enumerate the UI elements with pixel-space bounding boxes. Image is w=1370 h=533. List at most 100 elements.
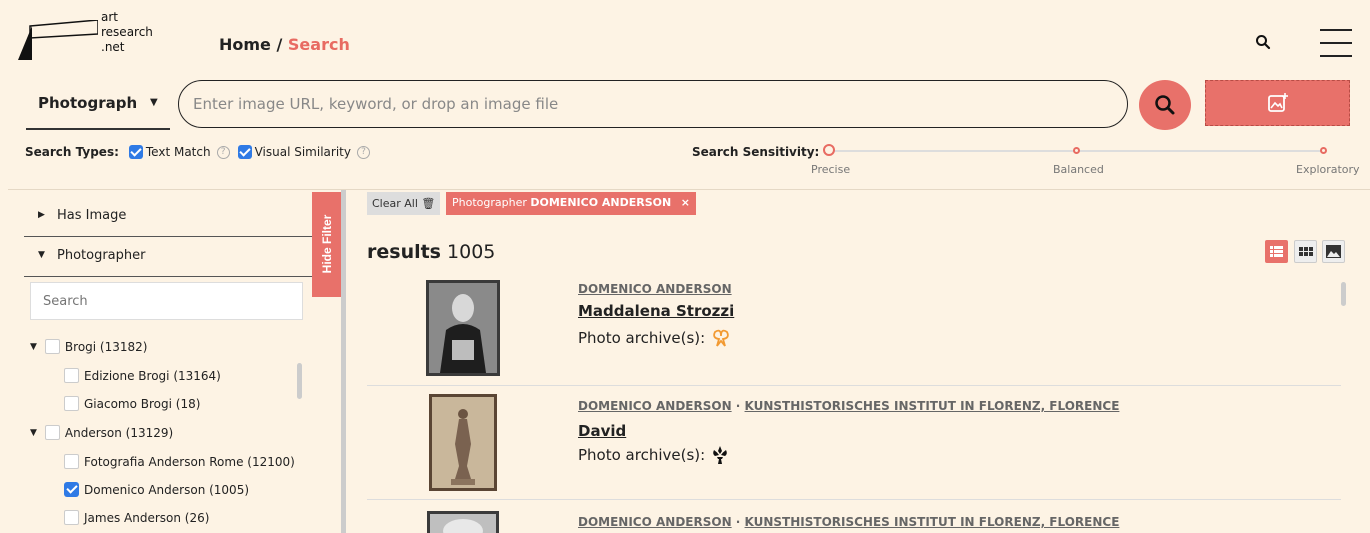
facet-photographer[interactable]: ▼ Photographer [24,235,316,277]
caret-down-icon[interactable]: ▼ [30,428,37,438]
checkbox[interactable] [44,339,60,354]
result-thumbnail[interactable] [429,394,497,491]
chevron-down-icon: ▼ [150,97,158,108]
institution-link[interactable]: KUNSTHISTORISCHES INSTITUT IN FLORENZ, F… [745,399,1120,413]
search-icon[interactable] [1255,34,1271,54]
photo-archive: Photo archive(s): [578,445,729,465]
tree-scrollbar[interactable] [297,363,302,399]
logo-text-research: research [101,25,153,39]
sensitivity-stop-balanced[interactable] [1073,147,1080,154]
chip-value: DOMENICO ANDERSON [530,196,672,209]
breadcrumb-current: Search [287,35,350,54]
institution-link[interactable]: KUNSTHISTORISCHES INSTITUT IN FLORENZ, F… [745,515,1120,529]
tree-item-brogi[interactable]: ▼ Brogi (13182) [30,339,147,354]
photographer-link[interactable]: DOMENICO ANDERSON [578,515,732,529]
results-scrollbar[interactable] [1341,282,1346,306]
search-types: Search Types: Text Match ? Visual Simila… [25,145,378,159]
tree-item-label: James Anderson (26) [84,510,210,525]
help-icon[interactable]: ? [356,145,370,159]
tree-item-label: Edizione Brogi (13164) [84,368,221,383]
sensitivity-precise-label: Precise [811,163,851,176]
help-icon[interactable]: ? [216,145,230,159]
result-title[interactable]: David [578,422,626,440]
result-thumbnail[interactable] [427,511,499,533]
checkbox[interactable] [44,425,60,440]
tree-item-edizione-brogi[interactable]: Edizione Brogi (13164) [64,368,221,383]
chip-label: Photographer [452,196,527,209]
result-thumbnail[interactable] [426,280,500,376]
result-meta: DOMENICO ANDERSON [578,282,732,296]
result-meta: DOMENICO ANDERSON · KUNSTHISTORISCHES IN… [578,515,1120,529]
breadcrumb: Home / Search [219,35,350,54]
active-filter-chip: Photographer DOMENICO ANDERSON × [446,192,696,215]
hide-filter-label: Hide Filter [320,214,334,274]
checkbox[interactable] [64,454,79,469]
sensitivity-stop-exploratory[interactable] [1320,147,1327,154]
search-type-select[interactable]: Photograph ▼ [26,84,170,130]
grid-view-icon [1299,247,1313,256]
search-icon [1155,95,1175,115]
result-title[interactable]: Maddalena Strozzi [578,302,734,320]
tree-item-anderson[interactable]: ▼ Anderson (13129) [30,425,173,440]
clear-all-label: Clear All [372,197,418,210]
search-types-label: Search Types: [25,145,119,159]
add-image-icon [1267,93,1288,112]
image-upload-button[interactable] [1205,80,1350,126]
tree-item-label: Domenico Anderson (1005) [84,482,250,497]
image-view-icon [1326,245,1341,258]
florence-lily-icon[interactable] [711,445,729,465]
checkbox-checked[interactable] [64,482,79,497]
list-view-button[interactable] [1265,240,1288,263]
photographer-link[interactable]: DOMENICO ANDERSON [578,282,732,296]
logo[interactable]: art research .net [18,10,153,64]
tree-item-label: Fotografia Anderson Rome (12100) [84,454,295,469]
sensitivity-label: Search Sensitivity: [692,145,820,159]
results-heading: results 1005 [367,241,495,263]
archive-label: Photo archive(s): [578,329,706,347]
checkbox[interactable] [64,368,79,383]
facet-search-input[interactable] [30,282,303,320]
facet-has-image-label: Has Image [57,208,127,223]
logo-mark-icon [18,20,98,60]
close-icon[interactable]: × [681,196,690,209]
sensitivity-slider-handle[interactable] [823,144,835,156]
search-input[interactable] [178,80,1128,128]
visual-similarity-label[interactable]: Visual Similarity [255,145,351,159]
hamburger-menu-icon[interactable] [1320,29,1352,59]
visual-similarity-checkbox[interactable] [237,145,252,159]
trash-icon: 🗑 [421,197,436,210]
photographer-link[interactable]: DOMENICO ANDERSON [578,399,732,413]
sensitivity-balanced-label: Balanced [1053,163,1104,176]
photo-archive: Photo archive(s): [578,328,731,348]
facet-has-image[interactable]: ▶ Has Image [24,195,316,237]
tree-item-label: Giacomo Brogi (18) [84,396,201,411]
logo-text-art: art [101,10,118,24]
tree-item-domenico-anderson[interactable]: Domenico Anderson (1005) [64,482,249,497]
filter-panel: ▶ Has Image ▼ Photographer ▼ Brogi (13182… [8,190,341,533]
tree-item-james-anderson[interactable]: James Anderson (26) [64,510,209,525]
logo-text-net: .net [101,40,125,54]
list-view-icon [1270,246,1283,257]
search-button[interactable] [1139,80,1191,130]
results-label: results [367,241,441,263]
caret-down-icon[interactable]: ▼ [30,342,37,352]
tree-item-giacomo-brogi[interactable]: Giacomo Brogi (18) [64,396,200,411]
archive-logo-icon[interactable] [711,328,731,348]
checkbox[interactable] [64,396,79,411]
image-view-button[interactable] [1322,240,1345,263]
checkbox[interactable] [64,510,79,525]
panel-divider[interactable] [341,190,346,533]
text-match-label[interactable]: Text Match [146,145,211,159]
tree-item-fotografia-anderson-rome[interactable]: Fotografia Anderson Rome (12100) [64,454,295,469]
caret-down-icon: ▼ [38,250,45,260]
tree-item-label: Anderson (13129) [64,425,174,440]
result-row[interactable]: DOMENICO ANDERSON Maddalena Strozzi Phot… [367,271,1341,386]
grid-view-button[interactable] [1294,240,1317,263]
hide-filter-button[interactable]: Hide Filter [312,192,341,297]
result-row[interactable]: DOMENICO ANDERSON · KUNSTHISTORISCHES IN… [367,501,1341,533]
result-row[interactable]: DOMENICO ANDERSON · KUNSTHISTORISCHES IN… [367,387,1341,500]
breadcrumb-home[interactable]: Home [219,35,271,54]
clear-all-button[interactable]: Clear All 🗑 [367,192,441,215]
text-match-checkbox[interactable] [128,145,143,159]
tree-item-label: Brogi (13182) [64,339,148,354]
